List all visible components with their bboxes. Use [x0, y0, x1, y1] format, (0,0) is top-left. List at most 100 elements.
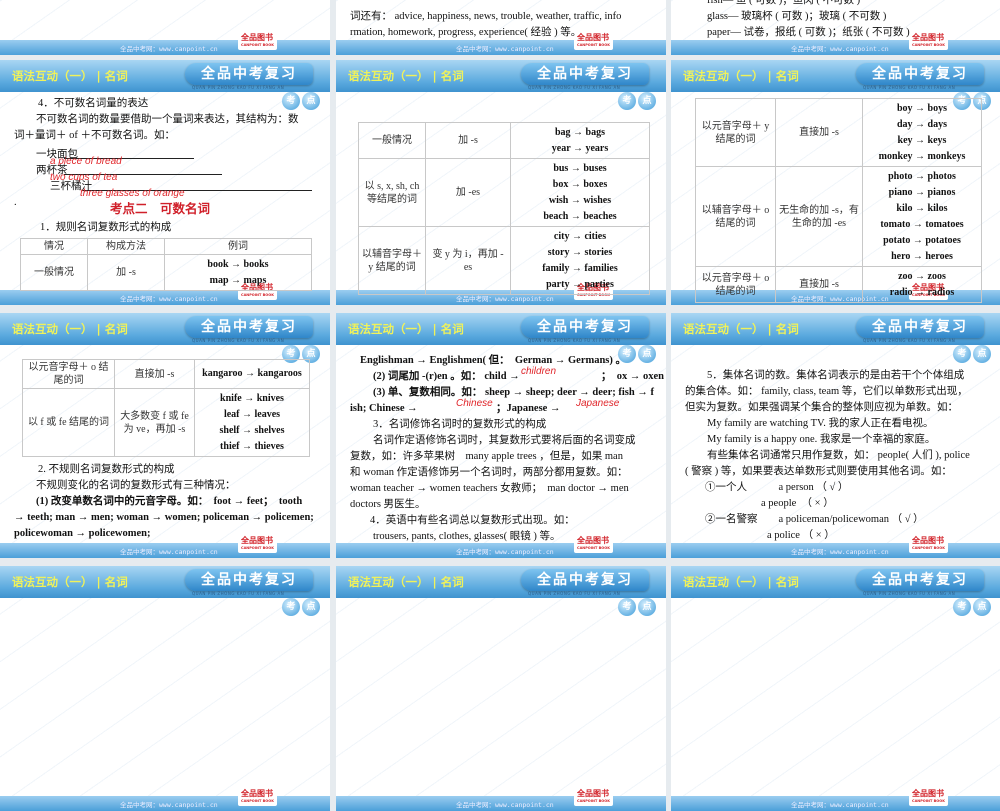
table-row: 以元音字母＋ o 结尾的词 直接加 -s zoo → zoos radio → rad…: [695, 266, 982, 303]
text-line: paper— 试卷，报纸 ( 可数 )；纸张 ( 不可数 ): [707, 27, 910, 38]
slide-header: 语法互动（一） | 名词 全品中考复习 QUAN PIN ZHONG KAO FU …: [336, 313, 666, 345]
slide-bottom-left[interactable]: 语法互动（一） | 名词 全品中考复习 QUAN PIN ZHONG KAO FU …: [0, 566, 330, 811]
method-cell: 直接加 -s: [114, 359, 195, 389]
title-left: 语法互动（一）: [683, 575, 764, 589]
slide-bottom-right[interactable]: 语法互动（一） | 名词 全品中考复习 QUAN PIN ZHONG KAO FU …: [671, 566, 1000, 811]
badge-kao: 考: [618, 598, 636, 616]
example-word: year → years: [551, 142, 609, 154]
text-line: 和 woman 作定语修饰另一个名词时，两部分都用复数。如：: [350, 467, 628, 478]
slide-bottom-middle[interactable]: 语法互动（一） | 名词 全品中考复习 QUAN PIN ZHONG KAO FU …: [336, 566, 666, 811]
text-line: My family are watching TV. 我的家人正在看电视。: [707, 418, 934, 429]
kaodian-badge: 考点: [282, 598, 320, 616]
title-separator: |: [432, 575, 437, 589]
text-line: 4．不可数名词量的表达: [38, 98, 149, 109]
slide-collective-nouns[interactable]: 语法互动（一） | 名词 全品中考复习 QUAN PIN ZHONG KAO FU …: [671, 313, 1000, 558]
text-line: 词＋量词＋ of ＋不可数名词。如：: [14, 130, 175, 141]
examples-cell: book → books map → maps: [164, 254, 312, 291]
badge-kao: 考: [618, 92, 636, 110]
case-cell: 以元音字母＋ o 结尾的词: [695, 266, 776, 303]
example-word: monkey → monkeys: [878, 150, 966, 162]
text-line: (1) 改变单数名词中的元音字母。如： foot → feet； tooth: [36, 496, 303, 507]
text-line: policewoman → policewomen;: [14, 528, 151, 539]
badge-dian: 点: [638, 345, 656, 363]
brand-subtitle: QUAN PIN ZHONG KAO FU XI FANG AN: [192, 85, 285, 90]
footer-site: 全品中考网：www.canpoint.cn: [120, 801, 218, 809]
brand-subtitle: QUAN PIN ZHONG KAO FU XI FANG AN: [528, 85, 621, 90]
slide-top-middle[interactable]: 语法互动（一）|名词 全品中考复习 QUAN PIN ZHONG KAO FU …: [336, 0, 666, 55]
case-cell: 以 s, x, sh, ch 等结尾的词: [358, 158, 426, 227]
title-right: 名词: [440, 575, 464, 589]
brand-logo: 全品中考复习: [521, 63, 649, 85]
table-header-row: 情况 构成方法 例词: [20, 238, 312, 255]
table-row: 以辅音字母＋ y 结尾的词变 y 为 i，再加 -es city → cities…: [358, 226, 650, 295]
badge-dian: 点: [638, 598, 656, 616]
text-line: ②一名警察 a policeman/policewoman （ √ ）: [705, 514, 924, 525]
slide-uncountable-nouns[interactable]: 语法互动（一） | 名词 全品中考复习 QUAN PIN ZHONG KAO FU …: [0, 60, 330, 305]
example-word: box → boxes: [552, 178, 608, 190]
slide-top-left[interactable]: 语法互动（一）|名词 全品中考复习 QUAN PIN ZHONG KAO FU …: [0, 0, 330, 55]
slide-regular-plurals-3[interactable]: 语法互动（一） | 名词 全品中考复习 QUAN PIN ZHONG KAO FU …: [0, 313, 330, 558]
slide-title: 语法互动（一） | 名词: [12, 68, 132, 84]
canpoint-book-logo: 全品图书 CANPOINT BOOK: [238, 788, 277, 806]
slide-title: 语法互动（一） | 名词: [12, 574, 132, 590]
brand-logo: 全品中考复习: [856, 316, 984, 338]
title-left: 语法互动（一）: [12, 575, 93, 589]
slide-title: 语法互动（一） | 名词: [348, 321, 468, 337]
text-line: 有些集体名词通常只用作复数，如： people( 人们 ), police: [707, 450, 970, 461]
slide-irregular-plurals[interactable]: 语法互动（一） | 名词 全品中考复习 QUAN PIN ZHONG KAO FU …: [336, 313, 666, 558]
slide-footer: 全品中考网：www.canpoint.cn 全品图书 CANPOINT BOOK: [671, 535, 1000, 558]
examples-cell: kangaroo → kangaroos: [194, 359, 310, 389]
text-line: glass— 玻璃杯 ( 可数 )；玻璃 ( 不可数 ): [707, 11, 887, 22]
method-cell: 加 -s: [87, 254, 165, 291]
brand-logo: 全品中考复习: [521, 316, 649, 338]
brand-subtitle: QUAN PIN ZHONG KAO FU XI FANG AN: [863, 338, 956, 343]
logo-text: 全品图书: [912, 536, 944, 545]
example-word: beach → beaches: [543, 210, 617, 222]
example-word: piano → pianos: [888, 186, 956, 198]
example-word: kilo → kilos: [896, 202, 948, 214]
case-cell: 以辅音字母＋ o 结尾的词: [695, 166, 776, 267]
kaodian-badge: 考点: [953, 345, 991, 363]
case-cell: 以元音字母＋ y 结尾的词: [695, 98, 776, 167]
example-word: thief → thieves: [220, 440, 284, 452]
logo-subtext: CANPOINT BOOK: [912, 799, 945, 803]
title-separator: |: [96, 322, 101, 336]
logo-subtext: CANPOINT BOOK: [241, 546, 274, 550]
example-word: book → books: [207, 258, 269, 270]
table-row: 以元音字母＋ y 结尾的词 直接加 -s boy → boys day → days k…: [695, 98, 982, 167]
badge-dian: 点: [973, 345, 991, 363]
slide-footer: 全品中考网：www.canpoint.cn 全品图书 CANPOINT BOOK: [0, 282, 330, 305]
example-word: city → cities: [553, 230, 607, 242]
example-word: shelf → shelves: [219, 424, 285, 436]
table-row: 以辅音字母＋ o 结尾的词 无生命的加 -s，有生命的加 -es photo → p…: [695, 166, 982, 267]
footer-site: 全品中考网：www.canpoint.cn: [791, 45, 889, 53]
text-line: 4．英语中有些名词总以复数形式出现。如：: [370, 515, 575, 526]
slide-header: 语法互动（一） | 名词 全品中考复习 QUAN PIN ZHONG KAO FU …: [0, 313, 330, 345]
slide-title: 语法互动（一） | 名词: [348, 574, 468, 590]
slide-regular-plurals-2[interactable]: 语法互动（一） | 名词 全品中考复习 QUAN PIN ZHONG KAO FU …: [671, 60, 1000, 305]
footer-site: 全品中考网：www.canpoint.cn: [791, 548, 889, 556]
slide-top-right[interactable]: 语法互动（一）|名词 全品中考复习 QUAN PIN ZHONG KAO FU …: [671, 0, 1000, 55]
plural-rules-table: 情况 构成方法 例词 一般情况加 -s book → books map → maps: [20, 238, 312, 291]
slide-header: 语法互动（一） | 名词 全品中考复习 QUAN PIN ZHONG KAO FU …: [671, 60, 1000, 92]
title-left: 语法互动（一）: [348, 322, 429, 336]
example-word: party → parties: [546, 278, 614, 290]
title-left: 语法互动（一）: [683, 322, 764, 336]
text-line: 但实为复数。如果强调某个集合的整体则应视为单数。如：: [685, 402, 958, 413]
kaodian-badge: 考点: [618, 92, 656, 110]
method-cell: 加 -es: [425, 158, 511, 227]
kaodian-badge: 考点: [282, 92, 320, 110]
example-word: key → keys: [897, 134, 947, 146]
brand-logo: 全品中考复习: [185, 316, 313, 338]
method-cell: 变 y 为 i，再加 -es: [425, 226, 511, 295]
title-left: 语法互动（一）: [12, 322, 93, 336]
logo-text: 全品图书: [912, 33, 944, 42]
slide-footer: 全品中考网：www.canpoint.cn 全品图书 CANPOINT BOOK: [0, 535, 330, 558]
table-row: 一般情况加 -s bag → bags year → years: [358, 122, 650, 159]
logo-text: 全品图书: [912, 789, 944, 798]
footer-site: 全品中考网：www.canpoint.cn: [120, 45, 218, 53]
footer-site: 全品中考网：www.canpoint.cn: [791, 801, 889, 809]
logo-text: 全品图书: [577, 33, 609, 42]
title-separator: |: [96, 575, 101, 589]
slide-regular-plurals-1[interactable]: 语法互动（一） | 名词 全品中考复习 QUAN PIN ZHONG KAO FU …: [336, 60, 666, 305]
